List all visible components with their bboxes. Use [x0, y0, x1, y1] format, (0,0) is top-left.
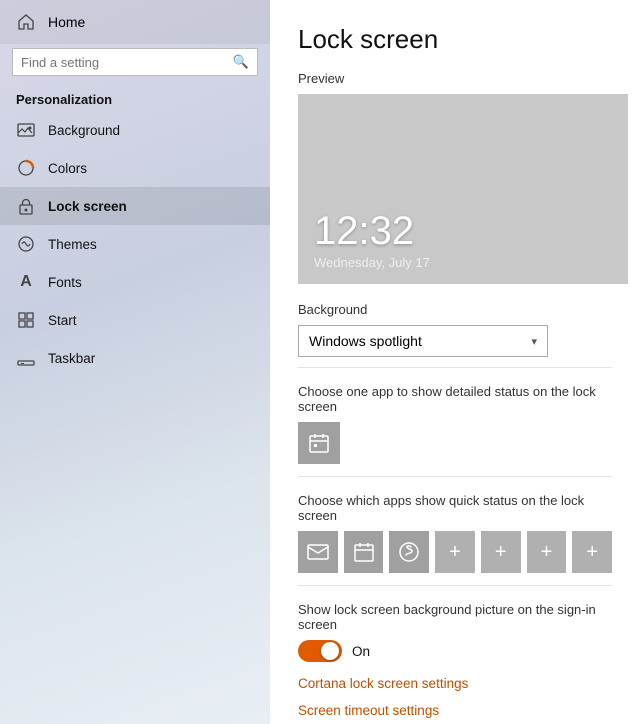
- divider-3: [298, 585, 612, 586]
- sidebar-item-home[interactable]: Home: [0, 0, 270, 44]
- sidebar-item-lock-screen[interactable]: Lock screen: [0, 187, 270, 225]
- quick-app-add-3[interactable]: +: [527, 531, 567, 573]
- quick-app-skype[interactable]: [389, 531, 429, 573]
- screen-timeout-link[interactable]: Screen timeout settings: [298, 703, 612, 718]
- quick-app-mail[interactable]: [298, 531, 338, 573]
- fonts-icon: A: [16, 272, 36, 292]
- sidebar-item-start-label: Start: [48, 313, 77, 328]
- detailed-app-calendar[interactable]: [298, 422, 340, 464]
- sidebar-item-background-label: Background: [48, 123, 120, 138]
- sidebar-item-colors-label: Colors: [48, 161, 87, 176]
- sidebar-item-taskbar[interactable]: Taskbar: [0, 339, 270, 377]
- start-icon: [16, 310, 36, 330]
- divider-1: [298, 367, 612, 368]
- sign-in-label: Show lock screen background picture on t…: [298, 602, 612, 632]
- sidebar-item-taskbar-label: Taskbar: [48, 351, 95, 366]
- main-content: Lock screen Preview 12:32 Wednesday, Jul…: [270, 0, 640, 724]
- themes-icon: [16, 234, 36, 254]
- sidebar-item-themes[interactable]: Themes: [0, 225, 270, 263]
- sidebar-item-themes-label: Themes: [48, 237, 97, 252]
- quick-app-add-4[interactable]: +: [572, 531, 612, 573]
- preview-label: Preview: [298, 71, 612, 86]
- detailed-app-row: [298, 422, 612, 464]
- sidebar-section-title: Personalization: [0, 84, 270, 111]
- preview-time: 12:32: [314, 209, 612, 253]
- colors-icon: [16, 158, 36, 178]
- sidebar-item-home-label: Home: [48, 14, 85, 30]
- background-dropdown-value: Windows spotlight: [309, 333, 422, 349]
- toggle-thumb: [321, 642, 339, 660]
- lock-screen-icon: [16, 196, 36, 216]
- quick-status-label: Choose which apps show quick status on t…: [298, 493, 612, 523]
- search-input[interactable]: [21, 55, 227, 70]
- preview-box: 12:32 Wednesday, July 17: [298, 94, 628, 284]
- sidebar-item-colors[interactable]: Colors: [0, 149, 270, 187]
- sidebar: Home 🔍 Personalization Background Colors: [0, 0, 270, 724]
- sidebar-item-fonts-label: Fonts: [48, 275, 82, 290]
- toggle-on-label: On: [352, 644, 370, 659]
- quick-app-row: + + + +: [298, 531, 612, 573]
- cortana-link[interactable]: Cortana lock screen settings: [298, 676, 612, 691]
- quick-app-add-1[interactable]: +: [435, 531, 475, 573]
- home-icon: [16, 12, 36, 32]
- background-icon: [16, 120, 36, 140]
- quick-app-calendar[interactable]: [344, 531, 384, 573]
- preview-date: Wednesday, July 17: [314, 255, 612, 270]
- toggle-row: On: [298, 640, 612, 662]
- chevron-down-icon: ▾: [531, 335, 537, 348]
- search-icon: 🔍: [233, 54, 249, 70]
- quick-app-add-2[interactable]: +: [481, 531, 521, 573]
- divider-2: [298, 476, 612, 477]
- search-box[interactable]: 🔍: [12, 48, 258, 76]
- background-label: Background: [298, 302, 612, 317]
- taskbar-icon: [16, 348, 36, 368]
- page-title: Lock screen: [298, 24, 612, 55]
- background-dropdown[interactable]: Windows spotlight ▾: [298, 325, 548, 357]
- sidebar-item-fonts[interactable]: A Fonts: [0, 263, 270, 301]
- sidebar-item-lock-screen-label: Lock screen: [48, 199, 127, 214]
- sidebar-item-start[interactable]: Start: [0, 301, 270, 339]
- sign-in-toggle[interactable]: [298, 640, 342, 662]
- sidebar-item-background[interactable]: Background: [0, 111, 270, 149]
- detailed-status-label: Choose one app to show detailed status o…: [298, 384, 612, 414]
